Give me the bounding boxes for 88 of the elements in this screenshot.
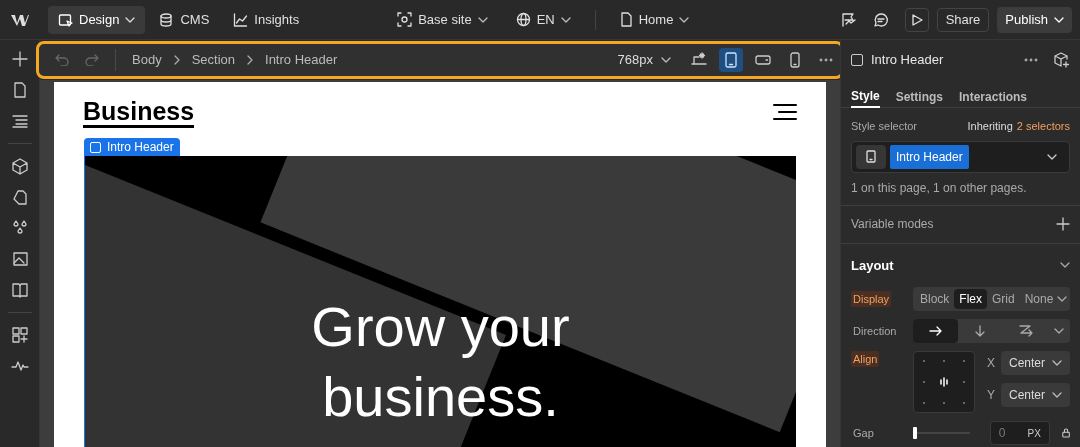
caret-icon: [1047, 153, 1057, 160]
add-icon[interactable]: [1056, 217, 1070, 231]
breakpoint-button[interactable]: [719, 48, 743, 72]
globe-icon: [515, 12, 531, 27]
more-icon[interactable]: [819, 58, 833, 62]
inheriting-text: Inheriting: [967, 119, 1013, 134]
panel-tab[interactable]: Style: [851, 86, 880, 108]
mode-tab[interactable]: Design: [48, 5, 146, 34]
logo-icon: [10, 12, 30, 27]
selection-label[interactable]: Intro Header: [84, 138, 180, 156]
direction-option[interactable]: [913, 319, 958, 343]
preview-button[interactable]: [904, 7, 929, 32]
breadcrumb-link[interactable]: Body: [132, 50, 162, 70]
locale-dropdown[interactable]: EN: [511, 5, 575, 34]
caret-icon: [1054, 328, 1064, 334]
caret-icon: [477, 16, 488, 23]
element-name: Intro Header: [871, 51, 944, 70]
hero-heading: Grow your business.: [310, 293, 571, 430]
mode-icon: [233, 12, 249, 27]
page-dropdown[interactable]: Home: [615, 5, 694, 34]
class-tag[interactable]: Intro Header: [890, 144, 969, 169]
mode-tab[interactable]: CMS: [149, 5, 220, 34]
property-label: Direction: [852, 323, 898, 339]
usage-text: 1 on this page, 1 on other pages.: [851, 179, 1028, 197]
publish-button[interactable]: Publish: [997, 6, 1072, 33]
caret-icon: [125, 16, 136, 23]
element-icon: [851, 54, 863, 66]
slider-thumb[interactable]: [913, 427, 917, 439]
axis-label: Y: [987, 387, 995, 404]
flag-chart-icon[interactable]: [840, 11, 857, 28]
image-icon[interactable]: [10, 250, 29, 268]
caret-icon: [560, 16, 571, 23]
caret-icon: [1052, 392, 1062, 398]
tablet-icon: [722, 51, 740, 69]
display-option[interactable]: Grid: [987, 289, 1020, 309]
property-label: Align: [851, 351, 880, 367]
panel-tab[interactable]: Interactions: [959, 86, 1028, 108]
page-icon: [619, 12, 633, 27]
more-icon[interactable]: [1024, 58, 1038, 62]
display-option[interactable]: Flex: [954, 289, 987, 309]
property-label: Gap: [852, 425, 875, 441]
selectors-link[interactable]: 2 selectors: [1016, 118, 1070, 135]
book-icon[interactable]: [10, 281, 29, 299]
caret-icon: [1052, 360, 1062, 366]
cube-plus-icon[interactable]: [1054, 52, 1070, 68]
gap-slider[interactable]: [913, 427, 970, 439]
axis-label: X: [987, 355, 995, 372]
share-button[interactable]: Share: [936, 7, 990, 32]
mode-icon: [58, 12, 73, 27]
panel-tab[interactable]: Settings: [895, 86, 944, 108]
caret-icon: [1054, 16, 1064, 23]
width-dropdown[interactable]: 768px: [617, 50, 671, 70]
chevron-right-icon: [247, 55, 253, 65]
chevron-right-icon: [173, 55, 180, 65]
comment-icon[interactable]: [872, 11, 889, 28]
mode-tab[interactable]: Insights: [223, 5, 310, 34]
display-option[interactable]: None: [1019, 289, 1073, 309]
breadcrumb-link[interactable]: Intro Header: [265, 50, 338, 70]
gap-input[interactable]: 0 PX: [989, 421, 1050, 445]
add-icon[interactable]: [10, 50, 29, 68]
caret-icon: [679, 16, 690, 23]
align-dropdown[interactable]: Center: [1001, 383, 1070, 407]
property-label: Display: [851, 290, 892, 307]
display-option[interactable]: Block: [915, 289, 955, 309]
section-label: Style selector: [851, 119, 918, 134]
play-icon: [910, 13, 923, 26]
list-icon[interactable]: [10, 112, 29, 130]
caret-icon: [1060, 262, 1070, 269]
apps-icon[interactable]: [10, 326, 29, 344]
section-label: Variable modes: [851, 216, 934, 233]
align-dropdown[interactable]: Center: [1001, 351, 1070, 375]
site-dropdown[interactable]: Base site: [393, 5, 492, 34]
caret-icon: [661, 57, 671, 63]
align-center-icon: [939, 377, 949, 387]
target-icon: [397, 12, 413, 27]
mode-icon: [159, 12, 175, 27]
tablet-glyph-icon: [866, 150, 876, 163]
cube-icon[interactable]: [10, 157, 29, 175]
selector-field[interactable]: Intro Header: [851, 140, 1070, 173]
wrap-icon: [1018, 325, 1033, 337]
section-title: Layout: [851, 256, 894, 275]
menu-icon[interactable]: [773, 103, 797, 121]
caret-icon: [1057, 296, 1068, 302]
breadcrumb-link[interactable]: Section: [191, 50, 235, 70]
lock-icon[interactable]: [1061, 427, 1070, 439]
arrow-right-icon: [928, 325, 943, 337]
logo-text: Business: [83, 96, 195, 128]
droplets-icon[interactable]: [10, 219, 29, 237]
